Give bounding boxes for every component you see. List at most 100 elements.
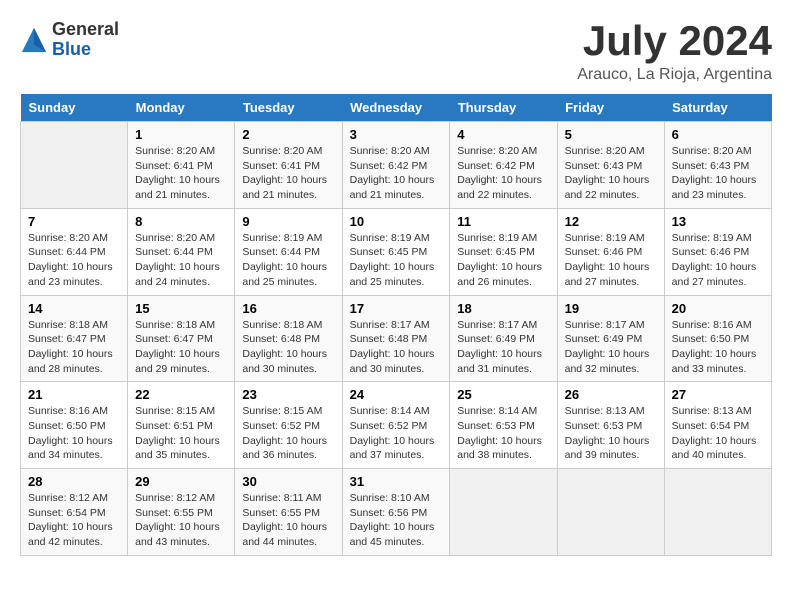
calendar-cell: 19 Sunrise: 8:17 AMSunset: 6:49 PMDayligh… bbox=[557, 295, 664, 382]
day-info: Sunrise: 8:13 AMSunset: 6:53 PMDaylight:… bbox=[565, 404, 657, 463]
main-title: July 2024 bbox=[577, 20, 772, 62]
column-header-wednesday: Wednesday bbox=[342, 94, 450, 122]
day-number: 14 bbox=[28, 301, 120, 316]
calendar-cell: 20 Sunrise: 8:16 AMSunset: 6:50 PMDayligh… bbox=[664, 295, 771, 382]
day-number: 27 bbox=[672, 387, 764, 402]
column-header-saturday: Saturday bbox=[664, 94, 771, 122]
day-info: Sunrise: 8:17 AMSunset: 6:49 PMDaylight:… bbox=[457, 318, 549, 377]
day-number: 23 bbox=[242, 387, 334, 402]
calendar-cell: 22 Sunrise: 8:15 AMSunset: 6:51 PMDayligh… bbox=[128, 382, 235, 469]
week-row-1: 1 Sunrise: 8:20 AMSunset: 6:41 PMDaylight… bbox=[21, 122, 772, 209]
calendar-header: SundayMondayTuesdayWednesdayThursdayFrid… bbox=[21, 94, 772, 122]
day-info: Sunrise: 8:14 AMSunset: 6:52 PMDaylight:… bbox=[350, 404, 443, 463]
calendar-cell: 6 Sunrise: 8:20 AMSunset: 6:43 PMDaylight… bbox=[664, 122, 771, 209]
day-info: Sunrise: 8:18 AMSunset: 6:47 PMDaylight:… bbox=[28, 318, 120, 377]
calendar-cell: 21Sunrise: 8:16 AMSunset: 6:50 PMDayligh… bbox=[21, 382, 128, 469]
day-number: 17 bbox=[350, 301, 443, 316]
column-header-monday: Monday bbox=[128, 94, 235, 122]
calendar-cell: 23Sunrise: 8:15 AMSunset: 6:52 PMDayligh… bbox=[235, 382, 342, 469]
day-info: Sunrise: 8:20 AMSunset: 6:43 PMDaylight:… bbox=[565, 144, 657, 203]
calendar-cell: 10 Sunrise: 8:19 AMSunset: 6:45 PMDayligh… bbox=[342, 208, 450, 295]
day-number: 1 bbox=[135, 127, 227, 142]
day-number: 19 bbox=[565, 301, 657, 316]
day-number: 16 bbox=[242, 301, 334, 316]
day-info: Sunrise: 8:13 AMSunset: 6:54 PMDaylight:… bbox=[672, 404, 764, 463]
day-info: Sunrise: 8:20 AMSunset: 6:44 PMDaylight:… bbox=[135, 231, 227, 290]
day-number: 5 bbox=[565, 127, 657, 142]
day-number: 2 bbox=[242, 127, 334, 142]
logo-icon bbox=[20, 26, 48, 54]
calendar-cell: 27 Sunrise: 8:13 AMSunset: 6:54 PMDayligh… bbox=[664, 382, 771, 469]
day-number: 31 bbox=[350, 474, 443, 489]
logo-general-text: General bbox=[52, 20, 119, 40]
day-number: 28 bbox=[28, 474, 120, 489]
day-info: Sunrise: 8:20 AMSunset: 6:41 PMDaylight:… bbox=[135, 144, 227, 203]
day-number: 22 bbox=[135, 387, 227, 402]
day-info: Sunrise: 8:20 AMSunset: 6:42 PMDaylight:… bbox=[350, 144, 443, 203]
logo-blue-text: Blue bbox=[52, 40, 119, 60]
day-number: 21 bbox=[28, 387, 120, 402]
calendar-table: SundayMondayTuesdayWednesdayThursdayFrid… bbox=[20, 94, 772, 556]
day-number: 11 bbox=[457, 214, 549, 229]
calendar-cell: 31 Sunrise: 8:10 AMSunset: 6:56 PMDayligh… bbox=[342, 469, 450, 556]
calendar-cell: 14 Sunrise: 8:18 AMSunset: 6:47 PMDayligh… bbox=[21, 295, 128, 382]
day-info: Sunrise: 8:17 AMSunset: 6:48 PMDaylight:… bbox=[350, 318, 443, 377]
calendar-cell: 7 Sunrise: 8:20 AMSunset: 6:44 PMDaylight… bbox=[21, 208, 128, 295]
calendar-cell: 17 Sunrise: 8:17 AMSunset: 6:48 PMDayligh… bbox=[342, 295, 450, 382]
day-info: Sunrise: 8:12 AMSunset: 6:54 PMDaylight:… bbox=[28, 491, 120, 550]
week-row-3: 14 Sunrise: 8:18 AMSunset: 6:47 PMDayligh… bbox=[21, 295, 772, 382]
day-info: Sunrise: 8:19 AMSunset: 6:44 PMDaylight:… bbox=[242, 231, 334, 290]
week-row-4: 21Sunrise: 8:16 AMSunset: 6:50 PMDayligh… bbox=[21, 382, 772, 469]
calendar-cell: 13Sunrise: 8:19 AMSunset: 6:46 PMDayligh… bbox=[664, 208, 771, 295]
column-header-sunday: Sunday bbox=[21, 94, 128, 122]
day-info: Sunrise: 8:11 AMSunset: 6:55 PMDaylight:… bbox=[242, 491, 334, 550]
day-info: Sunrise: 8:14 AMSunset: 6:53 PMDaylight:… bbox=[457, 404, 549, 463]
day-number: 7 bbox=[28, 214, 120, 229]
calendar-cell: 3 Sunrise: 8:20 AMSunset: 6:42 PMDaylight… bbox=[342, 122, 450, 209]
day-number: 3 bbox=[350, 127, 443, 142]
calendar-cell: 18 Sunrise: 8:17 AMSunset: 6:49 PMDayligh… bbox=[450, 295, 557, 382]
calendar-cell: 1 Sunrise: 8:20 AMSunset: 6:41 PMDaylight… bbox=[128, 122, 235, 209]
day-info: Sunrise: 8:10 AMSunset: 6:56 PMDaylight:… bbox=[350, 491, 443, 550]
column-header-friday: Friday bbox=[557, 94, 664, 122]
calendar-cell: 15Sunrise: 8:18 AMSunset: 6:47 PMDayligh… bbox=[128, 295, 235, 382]
day-number: 4 bbox=[457, 127, 549, 142]
day-number: 12 bbox=[565, 214, 657, 229]
calendar-cell bbox=[21, 122, 128, 209]
day-info: Sunrise: 8:20 AMSunset: 6:43 PMDaylight:… bbox=[672, 144, 764, 203]
day-number: 9 bbox=[242, 214, 334, 229]
page-header: General Blue July 2024 Arauco, La Rioja,… bbox=[20, 20, 772, 84]
calendar-cell bbox=[450, 469, 557, 556]
calendar-cell: 5 Sunrise: 8:20 AMSunset: 6:43 PMDaylight… bbox=[557, 122, 664, 209]
calendar-cell: 8Sunrise: 8:20 AMSunset: 6:44 PMDaylight… bbox=[128, 208, 235, 295]
day-number: 25 bbox=[457, 387, 549, 402]
day-info: Sunrise: 8:18 AMSunset: 6:48 PMDaylight:… bbox=[242, 318, 334, 377]
header-row: SundayMondayTuesdayWednesdayThursdayFrid… bbox=[21, 94, 772, 122]
day-info: Sunrise: 8:19 AMSunset: 6:45 PMDaylight:… bbox=[457, 231, 549, 290]
day-info: Sunrise: 8:12 AMSunset: 6:55 PMDaylight:… bbox=[135, 491, 227, 550]
day-number: 10 bbox=[350, 214, 443, 229]
day-number: 18 bbox=[457, 301, 549, 316]
calendar-cell: 28 Sunrise: 8:12 AMSunset: 6:54 PMDayligh… bbox=[21, 469, 128, 556]
calendar-cell: 9 Sunrise: 8:19 AMSunset: 6:44 PMDaylight… bbox=[235, 208, 342, 295]
column-header-tuesday: Tuesday bbox=[235, 94, 342, 122]
day-number: 26 bbox=[565, 387, 657, 402]
day-info: Sunrise: 8:20 AMSunset: 6:44 PMDaylight:… bbox=[28, 231, 120, 290]
calendar-cell: 30Sunrise: 8:11 AMSunset: 6:55 PMDayligh… bbox=[235, 469, 342, 556]
week-row-5: 28 Sunrise: 8:12 AMSunset: 6:54 PMDayligh… bbox=[21, 469, 772, 556]
day-number: 20 bbox=[672, 301, 764, 316]
calendar-cell: 25 Sunrise: 8:14 AMSunset: 6:53 PMDayligh… bbox=[450, 382, 557, 469]
day-number: 29 bbox=[135, 474, 227, 489]
day-number: 6 bbox=[672, 127, 764, 142]
week-row-2: 7 Sunrise: 8:20 AMSunset: 6:44 PMDaylight… bbox=[21, 208, 772, 295]
day-info: Sunrise: 8:19 AMSunset: 6:45 PMDaylight:… bbox=[350, 231, 443, 290]
title-block: July 2024 Arauco, La Rioja, Argentina bbox=[577, 20, 772, 84]
day-info: Sunrise: 8:15 AMSunset: 6:51 PMDaylight:… bbox=[135, 404, 227, 463]
calendar-body: 1 Sunrise: 8:20 AMSunset: 6:41 PMDaylight… bbox=[21, 122, 772, 556]
day-number: 15 bbox=[135, 301, 227, 316]
day-info: Sunrise: 8:17 AMSunset: 6:49 PMDaylight:… bbox=[565, 318, 657, 377]
calendar-cell bbox=[664, 469, 771, 556]
calendar-cell: 24Sunrise: 8:14 AMSunset: 6:52 PMDayligh… bbox=[342, 382, 450, 469]
calendar-cell: 2Sunrise: 8:20 AMSunset: 6:41 PMDaylight… bbox=[235, 122, 342, 209]
day-info: Sunrise: 8:16 AMSunset: 6:50 PMDaylight:… bbox=[672, 318, 764, 377]
